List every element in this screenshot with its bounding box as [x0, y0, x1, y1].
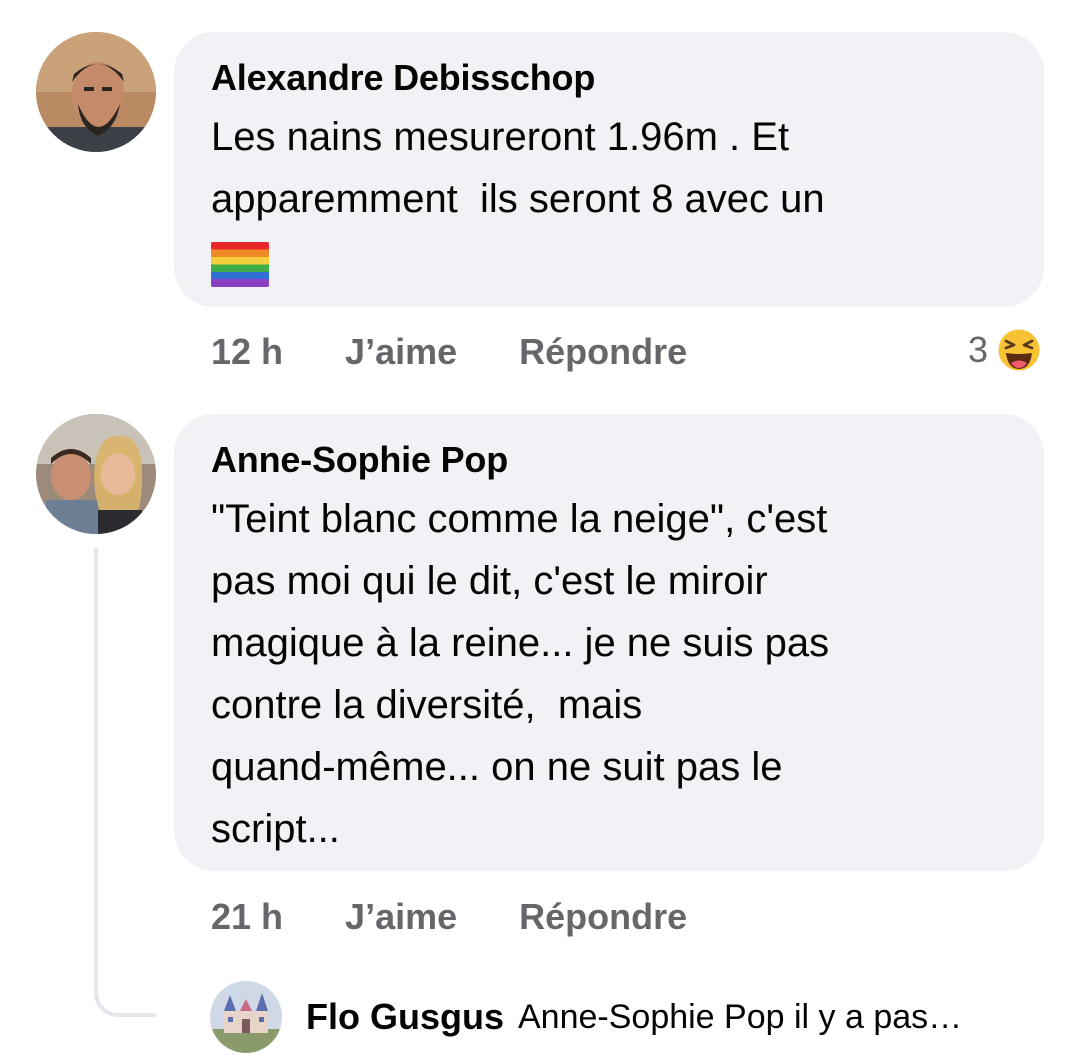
comment-author[interactable]: Anne-Sophie Pop: [211, 438, 1008, 482]
reply-text: Anne-Sophie Pop il y a pas…: [518, 997, 963, 1036]
reply-preview[interactable]: Flo Gusgus Anne-Sophie Pop il y a pas…: [210, 980, 1050, 1054]
comment-author[interactable]: Alexandre Debisschop: [211, 56, 1008, 100]
like-button[interactable]: J’aime: [345, 331, 457, 373]
comment-bubble: Anne-Sophie Pop "Teint blanc comme la ne…: [174, 414, 1044, 871]
reaction-count: 3: [967, 329, 988, 370]
comment-timestamp[interactable]: 12 h: [211, 331, 283, 373]
comment-actions: 12 h J’aime Répondre: [211, 327, 687, 377]
avatar-flo-gusgus[interactable]: [210, 981, 282, 1053]
avatar-alexandre-debisschop[interactable]: [36, 32, 156, 152]
comment-actions: 21 h J’aime Répondre: [211, 892, 687, 942]
comment-bubble: Alexandre Debisschop Les nains mesureron…: [174, 32, 1044, 307]
reply-button[interactable]: Répondre: [519, 331, 687, 373]
reply-thread-line: [94, 548, 156, 1017]
profile-photo-icon: [36, 414, 156, 534]
laughing-emoji-icon: [995, 326, 1043, 374]
avatar-anne-sophie-pop[interactable]: [36, 414, 156, 534]
reply-button[interactable]: Répondre: [519, 896, 687, 938]
comment-body: Les nains mesureront 1.96m . Et apparemm…: [211, 115, 825, 221]
profile-photo-icon: [36, 32, 156, 152]
castle-photo-icon: [210, 981, 282, 1053]
comment-timestamp[interactable]: 21 h: [211, 896, 283, 938]
comment-text: Les nains mesureront 1.96m . Et apparemm…: [211, 106, 1008, 292]
reaction-summary[interactable]: 3: [968, 325, 1044, 375]
reply-author[interactable]: Flo Gusgus: [306, 996, 504, 1038]
rainbow-flag-icon: [211, 241, 269, 287]
like-button[interactable]: J’aime: [345, 896, 457, 938]
comment-text: "Teint blanc comme la neige", c'est pas …: [211, 497, 830, 851]
